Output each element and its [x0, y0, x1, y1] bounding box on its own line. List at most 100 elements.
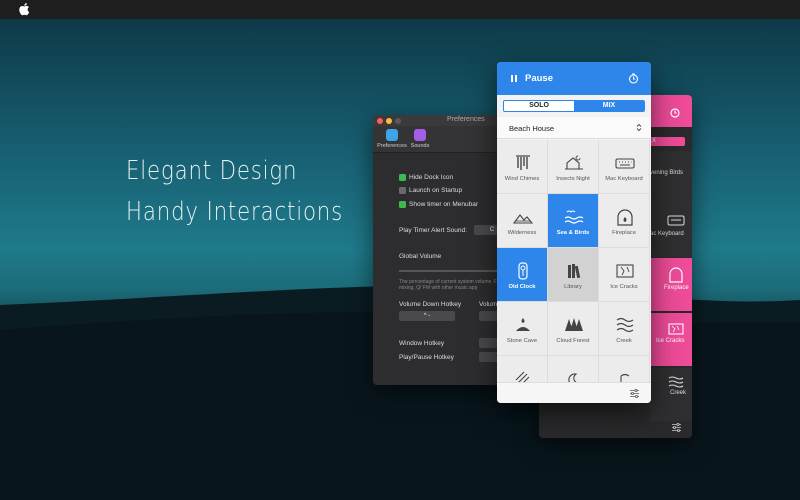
- old-clock-icon: [518, 262, 528, 280]
- solo-segment[interactable]: SOLO: [504, 101, 574, 111]
- sound-label: Insects Night: [556, 176, 590, 182]
- sound-tile-stone-cave[interactable]: Stone Cave: [497, 302, 548, 356]
- sound-label: Creek: [670, 390, 687, 396]
- main-app-window: Pause SOLO MIX Beach House Wind Chimes I…: [497, 62, 651, 403]
- minimize-button[interactable]: [386, 118, 392, 124]
- sound-tile[interactable]: [548, 356, 599, 382]
- sound-tile-insects-night[interactable]: Insects Night: [548, 140, 599, 194]
- tab-sounds[interactable]: Sounds: [403, 128, 437, 152]
- timer-icon[interactable]: [670, 108, 680, 118]
- sound-tile[interactable]: vening Birds: [650, 151, 692, 204]
- sound-tile-cloud-forest[interactable]: Cloud Forest: [548, 302, 599, 356]
- sound-tile[interactable]: ac Keyboard: [650, 204, 692, 257]
- sound-tile-mac-keyboard[interactable]: Mac Keyboard: [599, 140, 650, 194]
- tagline-line-1: Elegant Design: [126, 156, 298, 186]
- sound-label: Library: [564, 284, 582, 290]
- night-icon: [568, 373, 578, 382]
- sounds-icon: [414, 129, 426, 141]
- volume-up-hotkey-label: Volum: [479, 301, 498, 308]
- keyboard-icon: [615, 158, 635, 169]
- volume-note: The percentage of current system volume.…: [399, 279, 502, 291]
- global-volume-label: Global Volume: [399, 253, 442, 260]
- pause-label[interactable]: Pause: [525, 73, 553, 84]
- preferences-titlebar: Preferences: [373, 115, 510, 126]
- apple-icon[interactable]: [18, 2, 30, 16]
- sound-tile[interactable]: Creek: [650, 368, 692, 421]
- cloud-forest-icon: [565, 318, 583, 331]
- pause-icon[interactable]: [510, 74, 518, 83]
- sound-label: Mac Keyboard: [605, 176, 643, 182]
- creek-icon: [668, 376, 684, 388]
- mixer-icon[interactable]: [629, 388, 640, 399]
- sound-label: Fireplace: [664, 285, 689, 291]
- creek-icon: [616, 317, 634, 333]
- mix-segment[interactable]: X: [649, 137, 685, 146]
- sound-label: Wind Chimes: [504, 176, 540, 182]
- zoom-button[interactable]: [395, 118, 401, 124]
- sound-tile-ice-cracks[interactable]: Ice Cracks: [599, 248, 650, 302]
- ice-cracks-icon: [616, 264, 634, 278]
- checkbox-label: Show timer on Menubar: [409, 201, 479, 208]
- volume-down-hotkey-field[interactable]: ^ -: [399, 311, 455, 321]
- sound-label: Wilderness: [507, 230, 537, 236]
- close-button[interactable]: [377, 118, 383, 124]
- sound-tile[interactable]: [497, 356, 548, 382]
- sound-label: vening Birds: [650, 170, 684, 176]
- sound-grid: Wind Chimes Insects Night Mac Keyboard W…: [497, 140, 651, 382]
- volume-down-hotkey-label: Volume Down Hotkey: [399, 301, 462, 308]
- sound-tile-creek[interactable]: Creek: [599, 302, 650, 356]
- menu-bar: [0, 0, 800, 19]
- checkbox-checked-icon: [399, 174, 406, 181]
- sound-label: Fireplace: [612, 230, 636, 236]
- sound-label: ac Keyboard: [650, 231, 684, 237]
- sound-tile-active[interactable]: Ice Cracks: [650, 313, 692, 366]
- sound-tile-active[interactable]: Fireplace: [650, 258, 692, 311]
- mix-segment[interactable]: MIX: [574, 101, 644, 111]
- fireplace-icon: [669, 267, 683, 283]
- sound-tile-wilderness[interactable]: Wilderness: [497, 194, 548, 248]
- hide-dock-icon-checkbox[interactable]: Hide Dock Icon: [399, 174, 453, 181]
- mixer-icon[interactable]: [671, 422, 682, 433]
- insects-night-icon: [565, 155, 583, 170]
- checkbox-label: Hide Dock Icon: [409, 174, 454, 181]
- checkbox-checked-icon: [399, 201, 406, 208]
- sound-label: Creek: [616, 338, 632, 344]
- tab-sounds-label: Sounds: [410, 143, 430, 149]
- preset-select[interactable]: Beach House: [497, 117, 651, 139]
- main-header: Pause: [497, 62, 651, 95]
- ice-cracks-icon: [668, 323, 684, 335]
- sound-label: Old Clock: [508, 284, 536, 290]
- global-volume-slider[interactable]: [399, 270, 499, 272]
- sound-label: Ice Cracks: [610, 284, 638, 290]
- play-pause-hotkey-label: Play/Pause Hotkey: [399, 354, 454, 361]
- main-footer: [497, 382, 651, 403]
- sea-birds-icon: [564, 210, 584, 224]
- fireplace-icon: [617, 209, 633, 226]
- sound-tile-sea-birds[interactable]: Sea & Birds: [548, 194, 599, 248]
- preferences-toolbar: Preferences Sounds: [373, 126, 510, 153]
- library-icon: [568, 264, 581, 279]
- sound-tile-old-clock[interactable]: Old Clock: [497, 248, 548, 302]
- tagline-line-2: Handy Interactions: [126, 197, 344, 227]
- sound-label: Sea & Birds: [556, 230, 590, 236]
- checkbox-unchecked-icon: [399, 187, 406, 194]
- alert-sound-label: Play Timer Alert Sound:: [399, 227, 467, 234]
- preferences-window: Preferences Preferences Sounds Hide Dock…: [373, 115, 510, 385]
- show-timer-on-menubar-checkbox[interactable]: Show timer on Menubar: [399, 201, 478, 208]
- sound-tile[interactable]: [599, 356, 650, 382]
- sound-tile-fireplace[interactable]: Fireplace: [599, 194, 650, 248]
- sound-label: Ice Cracks: [656, 338, 685, 344]
- timer-icon[interactable]: [628, 73, 639, 84]
- preset-label: Beach House: [509, 124, 555, 133]
- rain-icon: [515, 371, 530, 382]
- window-hotkey-label: Window Hotkey: [399, 340, 445, 347]
- sound-tile-wind-chimes[interactable]: Wind Chimes: [497, 140, 548, 194]
- stone-cave-icon: [516, 318, 530, 331]
- launch-on-startup-checkbox[interactable]: Launch on Startup: [399, 187, 462, 194]
- preferences-title: Preferences: [447, 116, 485, 123]
- mode-segmented-control: SOLO MIX: [503, 100, 645, 112]
- sound-label: Cloud Forest: [556, 338, 590, 344]
- checkbox-label: Launch on Startup: [409, 187, 463, 194]
- sound-tile-library[interactable]: Library: [548, 248, 599, 302]
- wilderness-icon: [513, 214, 533, 224]
